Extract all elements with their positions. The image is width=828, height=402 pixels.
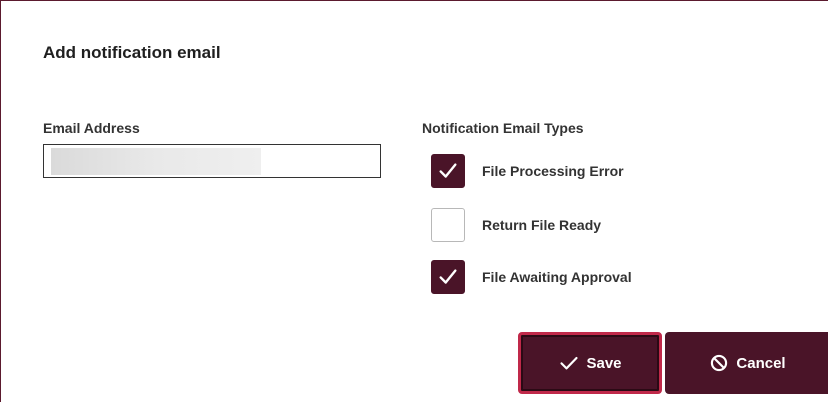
email-address-label: Email Address (43, 120, 140, 136)
ban-icon (708, 352, 730, 374)
file-processing-error-checkbox[interactable] (431, 154, 465, 188)
dialog-title: Add notification email (43, 43, 221, 62)
cancel-button-label: Cancel (736, 354, 786, 372)
return-file-ready-checkbox[interactable] (431, 208, 465, 242)
notification-types-label: Notification Email Types (422, 120, 584, 136)
option-file-processing-error[interactable]: File Processing Error (431, 154, 624, 188)
checkmark-icon (558, 352, 580, 374)
save-button[interactable]: Save (518, 332, 662, 394)
file-processing-error-label: File Processing Error (482, 163, 624, 179)
add-notification-email-dialog: Add notification email Email Address Not… (0, 0, 828, 402)
option-return-file-ready[interactable]: Return File Ready (431, 208, 601, 242)
email-address-input[interactable] (43, 144, 381, 178)
cancel-button[interactable]: Cancel (665, 332, 828, 394)
option-file-awaiting-approval[interactable]: File Awaiting Approval (431, 260, 632, 294)
checkmark-icon (439, 269, 457, 284)
save-button-label: Save (586, 354, 622, 372)
file-awaiting-approval-label: File Awaiting Approval (482, 269, 632, 285)
checkmark-icon (439, 163, 457, 178)
file-awaiting-approval-checkbox[interactable] (431, 260, 465, 294)
return-file-ready-label: Return File Ready (482, 217, 602, 233)
